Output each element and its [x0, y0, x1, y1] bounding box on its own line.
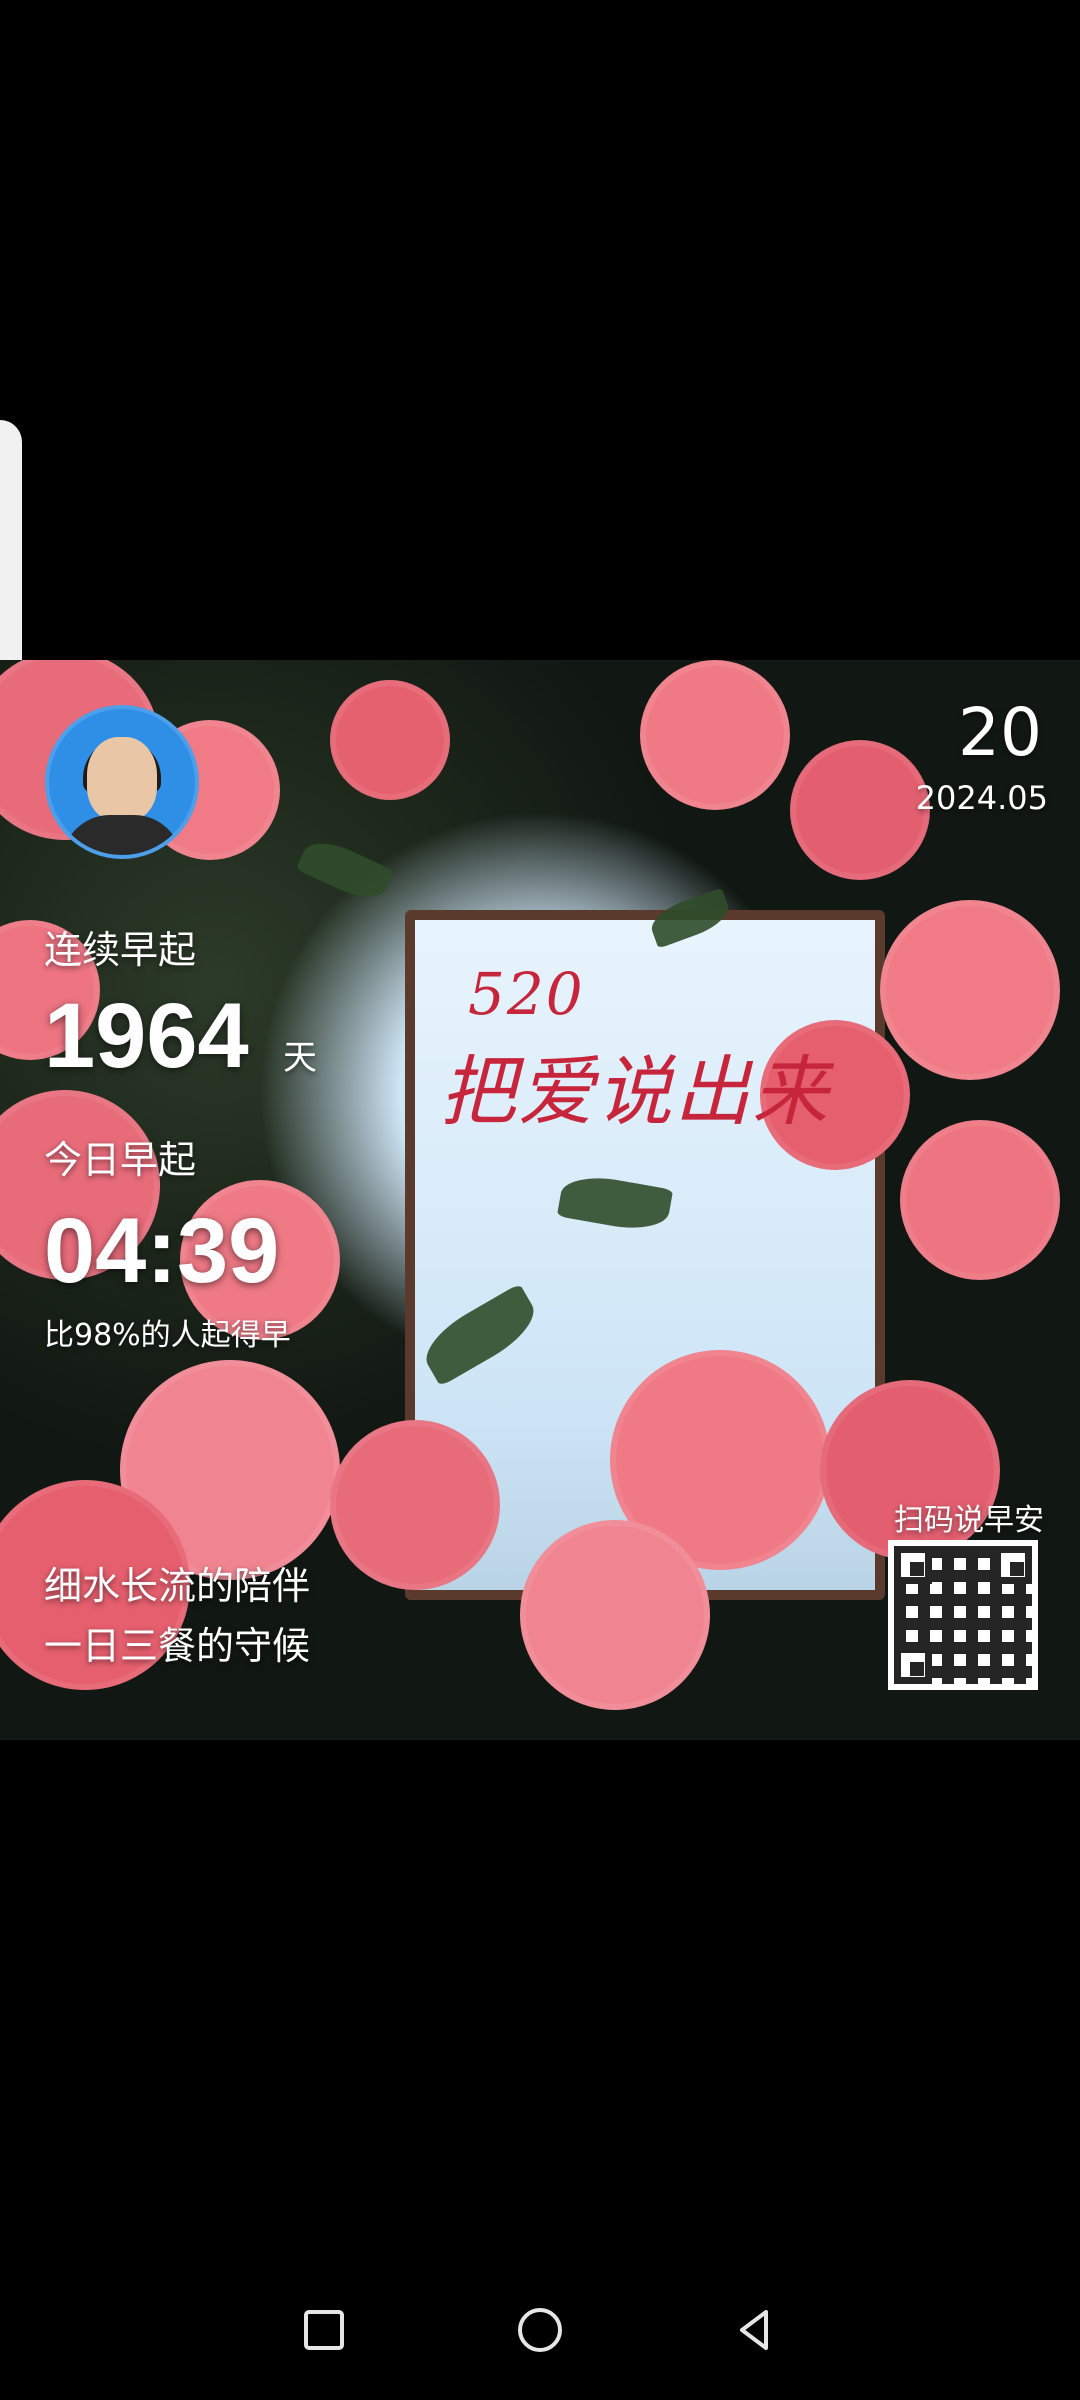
- triangle-back-icon: [740, 2310, 768, 2350]
- qr-finder: [894, 1546, 932, 1584]
- rose-decoration: [790, 740, 930, 880]
- greeting-card: 20 2024.05 520 把爱说出来 连续早起 1964 天 今日早起 04…: [0, 660, 1080, 1740]
- back-button[interactable]: [728, 2302, 784, 2358]
- recent-apps-button[interactable]: [296, 2302, 352, 2358]
- avatar-icon[interactable]: [45, 705, 199, 859]
- home-button[interactable]: [512, 2302, 568, 2358]
- slogan-line-1: 细水长流的陪伴: [44, 1564, 311, 1608]
- date-year-month: 2024.05: [915, 779, 1048, 817]
- leaf-decoration: [295, 832, 395, 908]
- avatar-shoulders: [62, 815, 182, 855]
- today-label: 今日早起: [44, 1138, 197, 1182]
- rose-decoration: [900, 1120, 1060, 1280]
- avatar-face: [87, 737, 157, 821]
- slogan-line-2: 一日三餐的守候: [44, 1624, 311, 1668]
- center-number: 520: [468, 960, 585, 1028]
- streak-label: 连续早起: [44, 928, 197, 972]
- rose-decoration: [330, 1420, 500, 1590]
- rose-decoration: [640, 660, 790, 810]
- rank-text: 比98%的人起得早: [44, 1318, 291, 1353]
- rose-decoration: [330, 680, 450, 800]
- rose-decoration: [880, 900, 1060, 1080]
- circle-icon: [518, 2308, 562, 2352]
- square-icon: [304, 2310, 344, 2350]
- today-time: 04:39: [44, 1200, 280, 1302]
- date-day: 20: [958, 694, 1042, 771]
- qr-finder: [894, 1646, 932, 1684]
- system-navigation-bar: [0, 2260, 1080, 2400]
- qr-code-icon[interactable]: [888, 1540, 1038, 1690]
- qr-caption: 扫码说早安: [894, 1503, 1044, 1538]
- qr-finder: [994, 1546, 1032, 1584]
- qr-code-pattern: [894, 1546, 1032, 1684]
- rose-decoration: [520, 1520, 710, 1710]
- center-title: 把爱说出来: [440, 1047, 830, 1136]
- streak-unit: 天: [283, 1038, 317, 1078]
- streak-value: 1964: [44, 985, 249, 1087]
